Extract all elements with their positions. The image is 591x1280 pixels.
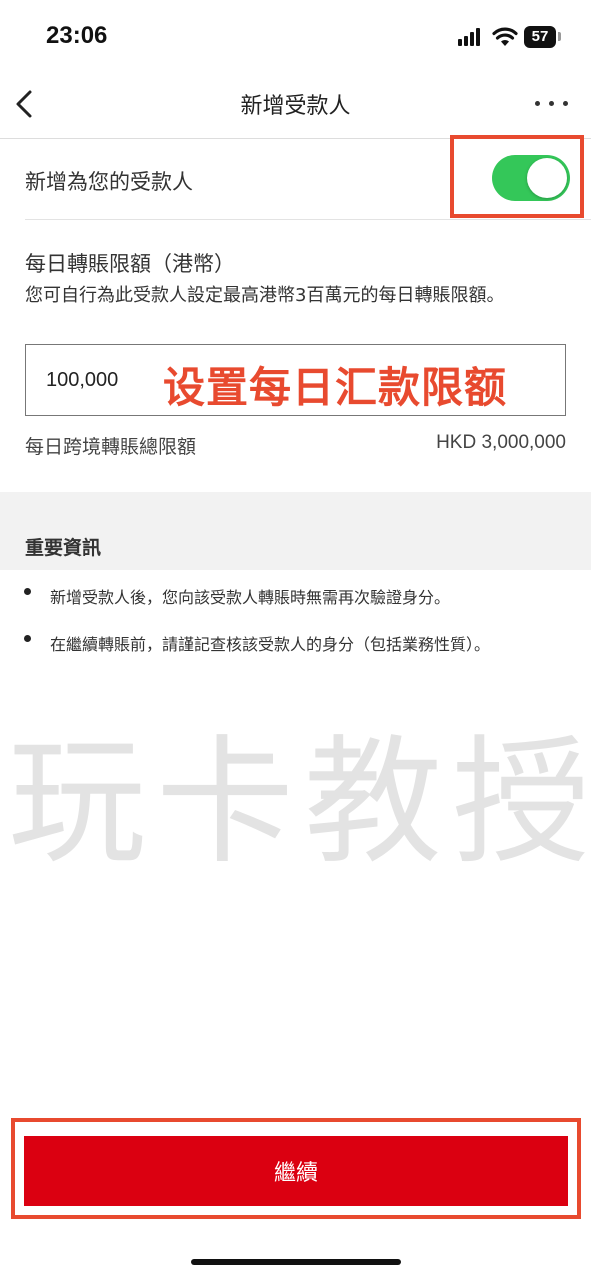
- limit-annotation: 设置每日汇款限额: [163, 363, 508, 412]
- page-title: 新增受款人: [240, 94, 351, 119]
- battery-cap: [558, 32, 561, 41]
- cross-border-limit-label: 每日跨境轉賬總限額: [25, 436, 197, 458]
- daily-limit-title: 每日轉賬限額（港幣）: [25, 252, 235, 276]
- battery-icon: 57: [524, 26, 556, 48]
- cross-border-limit-value: HKD 3,000,000: [436, 432, 566, 453]
- important-info-title: 重要資訊: [25, 537, 102, 559]
- wifi-icon: [492, 27, 518, 46]
- home-indicator: [191, 1259, 401, 1265]
- toggle-knob: [527, 158, 567, 198]
- row-divider: [25, 219, 591, 220]
- more-options-button[interactable]: [532, 94, 572, 114]
- add-payee-toggle[interactable]: [492, 155, 570, 201]
- daily-limit-description: 您可自行為此受款人設定最高港幣3百萬元的每日轉賬限額。: [25, 285, 505, 306]
- info-item: 在繼續轉賬前，請謹記查核該受款人的身分（包括業務性質）。: [50, 635, 491, 654]
- info-item: 新增受款人後，您向該受款人轉賬時無需再次驗證身分。: [50, 588, 451, 607]
- add-payee-label: 新增為您的受款人: [25, 170, 193, 194]
- bullet-icon: [24, 635, 31, 642]
- watermark: 玩卡教授: [8, 722, 591, 883]
- more-dots-icon: [535, 101, 540, 106]
- bullet-icon: [24, 588, 31, 595]
- continue-button[interactable]: 繼續: [24, 1136, 568, 1206]
- daily-limit-input[interactable]: [46, 363, 156, 397]
- status-time: 23:06: [46, 22, 108, 49]
- signal-icon: [458, 28, 486, 46]
- daily-limit-input-box: 设置每日汇款限额: [25, 344, 566, 416]
